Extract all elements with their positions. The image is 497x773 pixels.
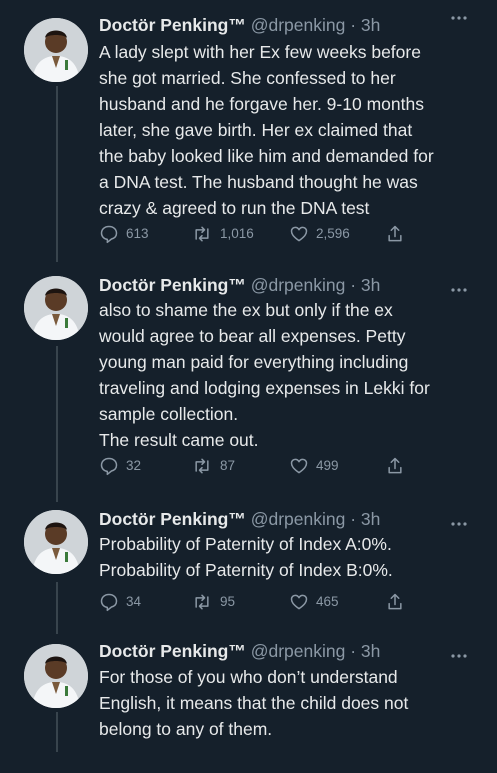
tweet-text: For those of you who don’t understand En… <box>99 667 409 739</box>
share-icon <box>388 457 402 474</box>
tweet-actions: 613 1,016 2,596 <box>99 223 419 245</box>
timestamp[interactable]: 3h <box>361 509 380 529</box>
tweet[interactable]: Doctör Penking™ @drpenking · 3h Probabil… <box>0 502 497 634</box>
tweet-text: Probability of Paternity of Index A:0%. … <box>99 534 393 580</box>
tweet-header: Doctör Penking™ @drpenking · 3h <box>99 14 457 36</box>
retweet-button[interactable]: 87 <box>191 455 235 477</box>
retweet-icon <box>195 458 209 474</box>
heart-icon <box>290 458 308 474</box>
reply-count: 32 <box>126 458 142 473</box>
retweet-count: 87 <box>220 458 236 473</box>
reply-button[interactable]: 613 <box>99 223 149 245</box>
author-handle[interactable]: @drpenking <box>251 641 346 661</box>
share-icon <box>388 225 402 242</box>
reply-icon <box>100 225 118 244</box>
tweet-header: Doctör Penking™ @drpenking · 3h <box>99 274 457 296</box>
separator-dot: · <box>345 15 361 35</box>
more-icon[interactable] <box>447 8 471 28</box>
tweet[interactable]: Doctör Penking™ @drpenking · 3h also to … <box>0 262 497 502</box>
tweet[interactable]: Doctör Penking™ @drpenking · 3h For thos… <box>0 634 497 773</box>
more-icon[interactable] <box>447 646 471 666</box>
reply-count: 613 <box>126 226 149 241</box>
reply-icon <box>100 593 118 612</box>
timestamp[interactable]: 3h <box>361 641 380 661</box>
avatar[interactable] <box>24 644 88 708</box>
share-button[interactable] <box>385 591 412 613</box>
retweet-button[interactable]: 95 <box>191 591 235 613</box>
timestamp[interactable]: 3h <box>361 275 380 295</box>
reply-count: 34 <box>126 594 142 609</box>
author-name[interactable]: Doctör Penking™ <box>99 509 246 529</box>
author-name[interactable]: Doctör Penking™ <box>99 15 246 35</box>
avatar[interactable] <box>24 510 88 574</box>
author-name[interactable]: Doctör Penking™ <box>99 641 246 661</box>
separator-dot: · <box>345 509 361 529</box>
like-count: 499 <box>316 458 339 473</box>
retweet-count: 95 <box>220 594 236 609</box>
reply-icon <box>100 457 118 476</box>
share-icon <box>388 593 402 610</box>
tweet-actions: 32 87 499 <box>99 455 419 477</box>
reply-button[interactable]: 32 <box>99 455 141 477</box>
author-handle[interactable]: @drpenking <box>251 509 346 529</box>
like-count: 465 <box>316 594 339 609</box>
retweet-icon <box>195 594 209 610</box>
separator-dot: · <box>345 641 361 661</box>
tweet-text: also to shame the ex but only if the ex … <box>99 300 430 450</box>
like-button[interactable]: 499 <box>289 455 339 477</box>
retweet-count: 1,016 <box>220 226 254 241</box>
like-button[interactable]: 465 <box>289 591 339 613</box>
share-button[interactable] <box>385 455 412 477</box>
heart-icon <box>290 226 308 242</box>
tweet-header: Doctör Penking™ @drpenking · 3h <box>99 508 457 530</box>
like-button[interactable]: 2,596 <box>289 223 350 245</box>
author-handle[interactable]: @drpenking <box>251 15 346 35</box>
timestamp[interactable]: 3h <box>361 15 380 35</box>
heart-icon <box>290 594 308 610</box>
avatar[interactable] <box>24 18 88 82</box>
tweet[interactable]: Doctör Penking™ @drpenking · 3h A lady s… <box>0 0 497 262</box>
like-count: 2,596 <box>316 226 350 241</box>
share-button[interactable] <box>385 223 412 245</box>
tweet-header: Doctör Penking™ @drpenking · 3h <box>99 640 457 662</box>
retweet-icon <box>195 226 209 242</box>
tweet-thread: Doctör Penking™ @drpenking · 3h A lady s… <box>0 0 497 773</box>
author-name[interactable]: Doctör Penking™ <box>99 275 246 295</box>
reply-button[interactable]: 34 <box>99 591 141 613</box>
author-handle[interactable]: @drpenking <box>251 275 346 295</box>
avatar[interactable] <box>24 276 88 340</box>
tweet-actions: 34 95 465 <box>99 591 419 613</box>
retweet-button[interactable]: 1,016 <box>191 223 254 245</box>
separator-dot: · <box>345 275 361 295</box>
tweet-text: A lady slept with her Ex few weeks befor… <box>99 42 434 218</box>
